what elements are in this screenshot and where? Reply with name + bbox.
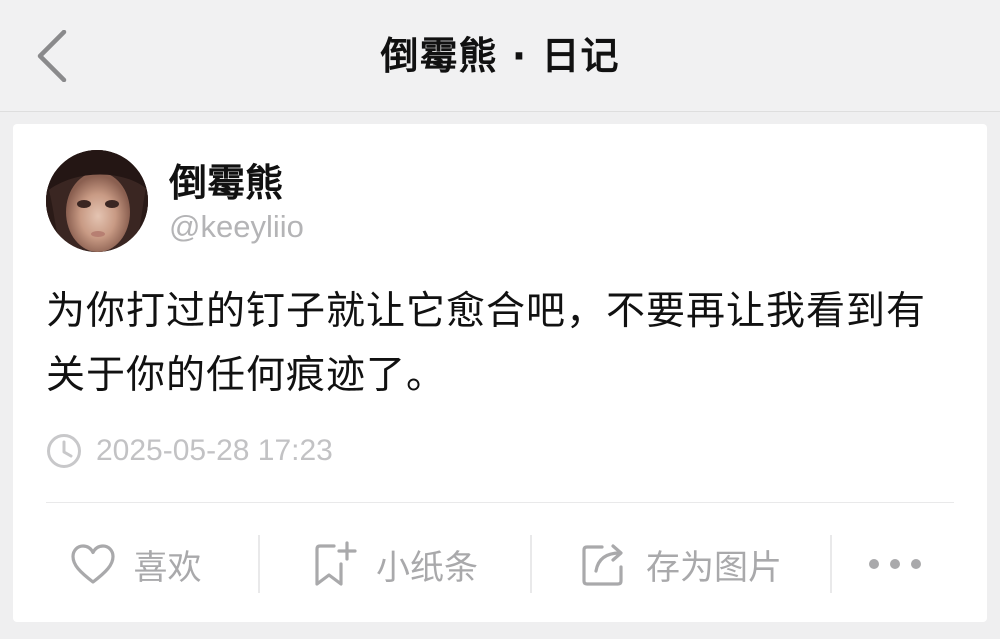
- divider: [46, 502, 954, 503]
- avatar[interactable]: [46, 150, 148, 252]
- clock-icon: [47, 434, 81, 468]
- like-button[interactable]: 喜欢: [13, 532, 258, 596]
- post-card: 倒霉熊 @keeyliio 为你打过的钉子就让它愈合吧，不要再让我看到有关于你的…: [13, 124, 987, 622]
- timestamp: 2025-05-28 17:23: [46, 429, 333, 473]
- share-box-icon: [582, 544, 623, 586]
- like-label: 喜欢: [133, 547, 202, 588]
- action-bar: 喜欢 小纸条 存为图片: [13, 532, 987, 596]
- save-image-button[interactable]: 存为图片: [532, 532, 830, 596]
- avatar-image: [46, 150, 148, 252]
- note-label: 小纸条: [376, 547, 478, 588]
- post-text: 为你打过的钉子就让它愈合吧，不要再让我看到有关于你的任何痕迹了。: [46, 289, 927, 398]
- page-title: 倒霉熊 · 日记: [380, 34, 620, 78]
- author-handle: @keeyliio: [169, 209, 304, 244]
- more-button[interactable]: [832, 532, 957, 596]
- timestamp-text: 2025-05-28 17:23: [96, 434, 333, 467]
- author-name[interactable]: 倒霉熊: [169, 160, 283, 206]
- more-dots-icon: [868, 559, 921, 569]
- top-navbar: 倒霉熊 · 日记: [0, 0, 1000, 112]
- note-button[interactable]: 小纸条: [260, 532, 530, 596]
- save-image-label: 存为图片: [646, 547, 782, 588]
- bookmark-plus-icon: [315, 541, 357, 586]
- heart-icon: [70, 544, 115, 584]
